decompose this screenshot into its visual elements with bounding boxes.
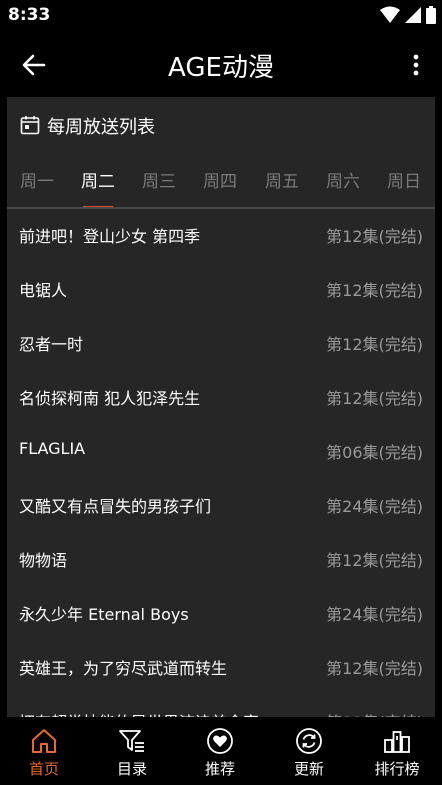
nav-home-label: 首页 [28, 760, 59, 778]
filter-list-icon [119, 730, 144, 752]
nav-home[interactable]: 首页 [0, 717, 88, 785]
episode-status: 第12集(完结) [326, 551, 423, 570]
anime-title: 名侦探柯南 犯人犯泽先生 [19, 389, 201, 408]
nav-rankings-label: 排行榜 [374, 760, 420, 778]
status-bar: 8:33 [0, 0, 442, 31]
anime-title: 电锯人 [19, 281, 68, 300]
card-title: 每周放送列表 [47, 117, 155, 138]
home-icon [32, 729, 56, 753]
episode-status: 第12集(完结) [326, 659, 423, 678]
signal-icon [405, 7, 421, 23]
card-header: 每周放送列表 [7, 97, 435, 153]
list-item[interactable]: 英雄王，为了穷尽武道而转生 第12集(完结) [7, 640, 435, 694]
bottom-navigation: 首页 目录 推荐 更新 排行榜 [0, 717, 442, 785]
list-item[interactable]: 电锯人 第12集(完结) [7, 262, 435, 316]
list-item[interactable]: 忍者一时 第12集(完结) [7, 316, 435, 370]
nav-rankings[interactable]: 排行榜 [353, 717, 441, 785]
anime-title: 英雄王，为了穷尽武道而转生 [19, 659, 228, 678]
nav-recommend[interactable]: 推荐 [176, 717, 264, 785]
wifi-icon [380, 6, 400, 23]
episode-status: 第06集(完结) [326, 443, 423, 462]
status-icons [380, 6, 436, 24]
heart-circle-icon [207, 728, 233, 754]
app-bar: AGE动漫 [0, 31, 442, 97]
tab-thursday[interactable]: 周四 [190, 167, 250, 209]
episode-status: 第12集(完结) [326, 709, 423, 717]
anime-title: 拥有超常技能的异世界流浪美食家 [19, 709, 259, 717]
weekly-schedule-card: 每周放送列表 周一 周二 周三 周四 周五 周六 周日 前进吧！登山少女 第四季… [7, 97, 435, 717]
episode-status: 第12集(完结) [326, 389, 423, 408]
schedule-list: 前进吧！登山少女 第四季 第12集(完结) 电锯人 第12集(完结) 忍者一时 … [7, 208, 435, 717]
app-title: AGE动漫 [168, 53, 274, 83]
tab-tuesday[interactable]: 周二 [68, 167, 128, 209]
refresh-circle-icon [296, 728, 322, 754]
battery-icon [426, 6, 436, 24]
anime-title: FLAGLIA [19, 439, 86, 458]
more-vertical-icon [413, 54, 419, 76]
nav-catalog[interactable]: 目录 [88, 717, 176, 785]
episode-status: 第12集(完结) [326, 227, 423, 246]
anime-title: 物物语 [19, 551, 68, 570]
list-item[interactable]: 拥有超常技能的异世界流浪美食家 第12集(完结) [7, 694, 435, 717]
tab-wednesday[interactable]: 周三 [129, 167, 189, 209]
tab-sunday[interactable]: 周日 [374, 167, 434, 209]
anime-title: 前进吧！登山少女 第四季 [19, 227, 201, 246]
episode-status: 第24集(完结) [326, 605, 423, 624]
tab-saturday[interactable]: 周六 [313, 167, 373, 209]
nav-updates-label: 更新 [293, 760, 324, 778]
podium-icon [384, 731, 410, 753]
list-item[interactable]: 名侦探柯南 犯人犯泽先生 第12集(完结) [7, 370, 435, 424]
calendar-icon [20, 116, 40, 135]
anime-title: 又酷又有点冒失的男孩子们 [19, 497, 212, 516]
anime-title: 永久少年 Eternal Boys [19, 605, 189, 624]
anime-title: 忍者一时 [19, 335, 84, 354]
list-item[interactable]: FLAGLIA 第06集(完结) [7, 424, 435, 478]
nav-catalog-label: 目录 [116, 760, 147, 778]
nav-updates[interactable]: 更新 [265, 717, 353, 785]
episode-status: 第12集(完结) [326, 281, 423, 300]
tab-monday[interactable]: 周一 [7, 167, 67, 209]
list-item[interactable]: 前进吧！登山少女 第四季 第12集(完结) [7, 208, 435, 262]
list-item[interactable]: 又酷又有点冒失的男孩子们 第24集(完结) [7, 478, 435, 532]
weekday-tabs: 周一 周二 周三 周四 周五 周六 周日 [7, 167, 435, 209]
list-item[interactable]: 物物语 第12集(完结) [7, 532, 435, 586]
episode-status: 第24集(完结) [326, 497, 423, 516]
more-options-button[interactable] [406, 51, 426, 79]
episode-status: 第12集(完结) [326, 335, 423, 354]
list-item[interactable]: 永久少年 Eternal Boys 第24集(完结) [7, 586, 435, 640]
tab-friday[interactable]: 周五 [252, 167, 312, 209]
nav-recommend-label: 推荐 [204, 760, 235, 778]
status-time: 8:33 [8, 5, 51, 25]
